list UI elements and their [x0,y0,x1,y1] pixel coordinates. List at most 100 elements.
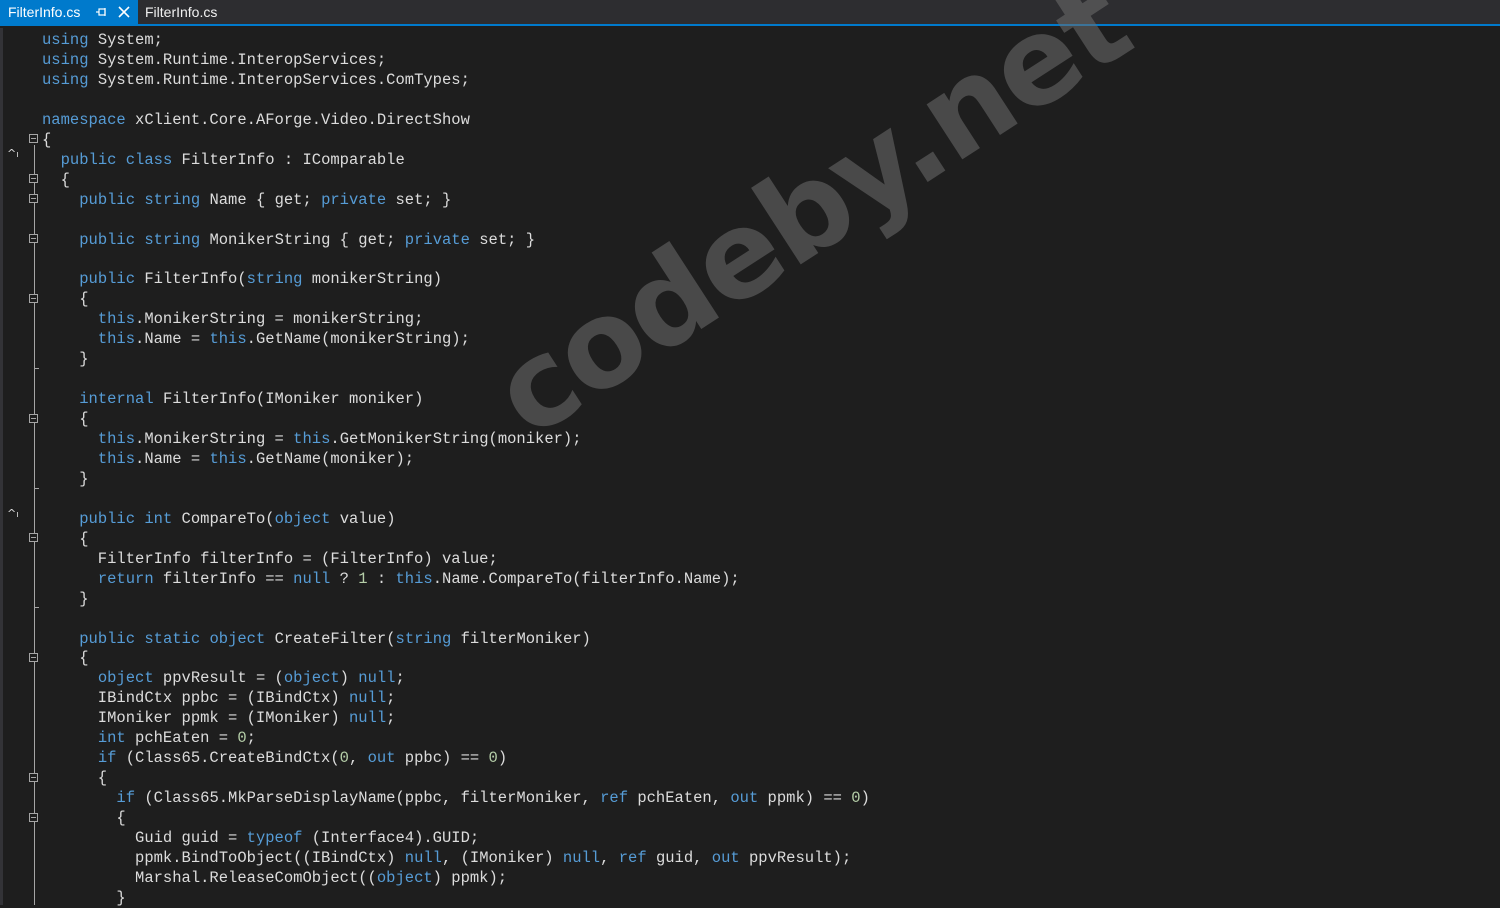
code-line[interactable]: { [42,648,88,668]
code-keyword: public [79,190,136,209]
code-line[interactable]: int pchEaten = 0; [42,728,256,748]
code-text: .GetName(monikerString); [246,330,470,349]
code-text: pchEaten = [125,729,238,748]
tab-filterinfo-preview[interactable]: FilterInfo.cs [138,0,248,24]
code-text: FilterInfo : IComparable [172,150,405,169]
code-text: { [42,130,52,149]
code-number: 1 [358,569,368,588]
code-text: .Name = [135,330,210,349]
code-line[interactable]: } [42,469,89,489]
code-keyword: this [97,310,136,329]
code-line[interactable]: return filterInfo == null ? 1 : this.Nam… [42,569,740,589]
code-line[interactable]: IMoniker ppmk = (IMoniker) null; [42,708,396,728]
code-line[interactable]: } [42,349,88,369]
code-line[interactable]: object ppvResult = (object) null; [42,668,405,688]
code-line[interactable]: this.MonikerString = this.GetMonikerStri… [42,429,582,449]
code-line[interactable]: this.MonikerString = monikerString; [42,309,424,329]
code-keyword: class [125,150,173,169]
code-line[interactable]: Guid guid = typeof (Interface4).GUID; [42,828,479,848]
code-line[interactable]: { [42,808,125,828]
code-line[interactable]: using System.Runtime.InteropServices.Com… [42,70,470,90]
code-text: value) [330,509,396,528]
code-line[interactable]: using System.Runtime.InteropServices; [42,50,386,70]
code-keyword: internal [79,390,154,409]
code-text: (Class65.CreateBindCtx( [116,749,340,768]
code-text-area[interactable]: using System; using System.Runtime.Intero… [0,28,1500,907]
code-line[interactable]: IBindCtx ppbc = (IBindCtx) null; [42,688,396,708]
code-line[interactable]: if (Class65.MkParseDisplayName(ppbc, fil… [42,788,869,808]
close-tab-icon[interactable] [114,0,134,24]
code-line[interactable]: using System; [42,30,163,50]
code-number: 0 [339,749,349,768]
code-keyword: object [274,509,331,528]
code-text: ; [386,709,396,728]
code-keyword: this [97,430,136,448]
code-number: 0 [237,729,247,748]
code-text: : [367,569,396,588]
code-line[interactable]: public class FilterInfo : IComparable [42,150,405,170]
code-keyword: private [321,190,387,209]
code-keyword: using [42,50,89,69]
code-text: IBindCtx ppbc = (IBindCtx) [42,689,349,708]
code-keyword: out [367,749,396,768]
code-line[interactable]: if (Class65.CreateBindCtx(0, out ppbc) =… [42,748,507,768]
code-keyword: null [358,669,396,688]
code-line[interactable]: { [42,130,51,150]
code-text: xClient.Core.AForge.Video.DirectShow [125,110,470,129]
code-keyword: string [246,270,303,289]
code-keyword: private [404,230,470,249]
code-keyword: string [144,230,201,249]
pin-tab-icon[interactable] [92,0,112,24]
code-text: ) ppmk); [432,868,508,887]
code-text: Marshal.ReleaseComObject(( [42,868,377,887]
code-line[interactable]: this.Name = this.GetName(moniker); [42,449,414,469]
code-line[interactable]: Marshal.ReleaseComObject((object) ppmk); [42,868,507,888]
code-text: set; } [386,190,452,209]
code-keyword: int [144,509,173,528]
code-line[interactable]: public int CompareTo(object value) [42,509,396,529]
code-line[interactable]: { [42,409,88,429]
code-line[interactable]: public string MonikerString { get; priva… [42,230,535,250]
code-line[interactable]: ppmk.BindToObject((IBindCtx) null, (IMon… [42,848,851,868]
code-keyword: null [348,689,387,708]
code-line[interactable]: public FilterInfo(string monikerString) [42,269,442,289]
code-text: ppvResult); [739,848,852,867]
code-text: } [42,589,89,608]
code-line[interactable]: internal FilterInfo(IMoniker moniker) [42,389,423,409]
tab-label: FilterInfo.cs [8,4,81,20]
code-text: Guid guid = [42,829,247,847]
code-line[interactable]: public static object CreateFilter(string… [42,629,591,649]
code-line[interactable]: { [42,768,107,788]
code-line[interactable]: namespace xClient.Core.AForge.Video.Dire… [42,110,470,130]
code-line[interactable]: FilterInfo filterInfo = (FilterInfo) val… [42,549,498,569]
code-text: ; [246,729,256,748]
code-text: MonikerString { get; [200,230,405,249]
code-keyword: object [376,868,433,887]
code-line[interactable]: public string Name { get; private set; } [42,190,451,210]
code-text: } [42,469,89,488]
code-line[interactable]: { [42,289,88,309]
code-text: ? [330,569,359,588]
code-keyword: public [60,150,117,169]
code-line[interactable]: { [42,529,89,549]
code-keyword: return [97,569,154,588]
code-editor[interactable]: ^ı ^ı using System; using System.Runtime.… [0,0,1500,907]
code-keyword: object [209,629,266,648]
code-text: { [42,529,89,548]
code-line[interactable]: } [42,589,89,609]
code-line[interactable]: this.Name = this.GetName(monikerString); [42,329,470,349]
code-line[interactable]: { [42,170,70,190]
code-text: FilterInfo filterInfo = (FilterInfo) val… [42,549,498,568]
pin-icon-shape [96,8,106,16]
